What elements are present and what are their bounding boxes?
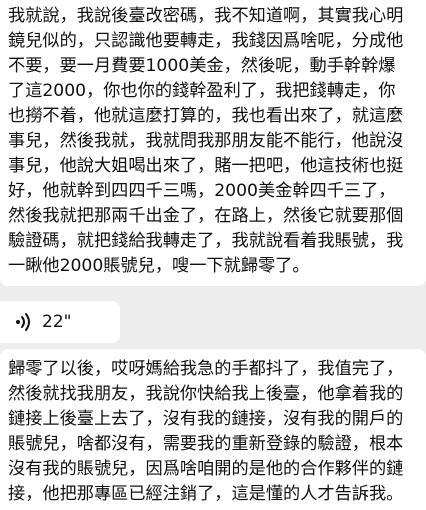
message-bubble-text-2[interactable]: 歸零了以後，哎呀媽給我急的手都抖了，我值完了， 然後就找我朋友，我說你快給我上後… (0, 349, 426, 510)
message-line: 一瞅他2000賬號兒，嗖一下就歸零了。 (8, 256, 310, 276)
message-line: 沒有我的賬號兒，因爲啥咱開的是他的合作夥伴的鏈 (8, 459, 404, 479)
chat-view: 我就說，我說後臺改密碼，我不知道啊，其實我心明 鏡兒似的，只認識他要轉走，我錢因… (0, 0, 426, 510)
message-line: 驗證碼，就把錢給我轉走了，我就說看着我賬號，我 (8, 231, 404, 251)
voice-message-bubble[interactable]: 22" (0, 301, 120, 343)
message-line: 了這2000，你也你的錢幹盈利了，我把錢轉走，你 (8, 81, 396, 101)
message-line: 賬號兒，啥都沒有，需要我的重新登錄的驗證，根本 (8, 434, 404, 454)
message-line: 不要，要一月費要1000美金，然後呢，動手幹幹爆 (8, 56, 396, 76)
message-line: 事兒，他說大姐喝出來了，賭一把吧，他這技術也挺 (8, 156, 404, 176)
voice-wave-icon (16, 313, 30, 331)
voice-duration: 22" (42, 312, 72, 332)
message-line: 鏡兒似的，只認識他要轉走，我錢因爲啥呢，分成他 (8, 31, 404, 51)
message-line: 歸零了以後，哎呀媽給我急的手都抖了，我值完了， (8, 359, 404, 379)
message-line: 然後就找我朋友，我說你快給我上後臺，他拿着我的 (8, 384, 404, 404)
message-bubble-text-1[interactable]: 我就說，我說後臺改密碼，我不知道啊，其實我心明 鏡兒似的，只認識他要轉走，我錢因… (0, 0, 426, 286)
message-line: 然後我就把那兩千出金了，在路上，然後它就要那個 (8, 206, 404, 226)
message-line: 鏈接上後臺上去了，沒有我的鏈接，沒有我的開戶的 (8, 409, 404, 429)
message-line: 也撈不着，他就這麼打算的，我也看出來了，就這麼 (8, 106, 404, 126)
message-line: 好，他就幹到四四千三嗎，2000美金幹四千三了， (8, 181, 396, 201)
message-line: 我就說，我說後臺改密碼，我不知道啊，其實我心明 (8, 6, 404, 26)
message-line: 接，他把那專區已經注銷了，這是懂的人才告訴我。 (8, 484, 404, 504)
message-line: 事兒，然後我就，我就問我那朋友能不能行，他說沒 (8, 131, 404, 151)
